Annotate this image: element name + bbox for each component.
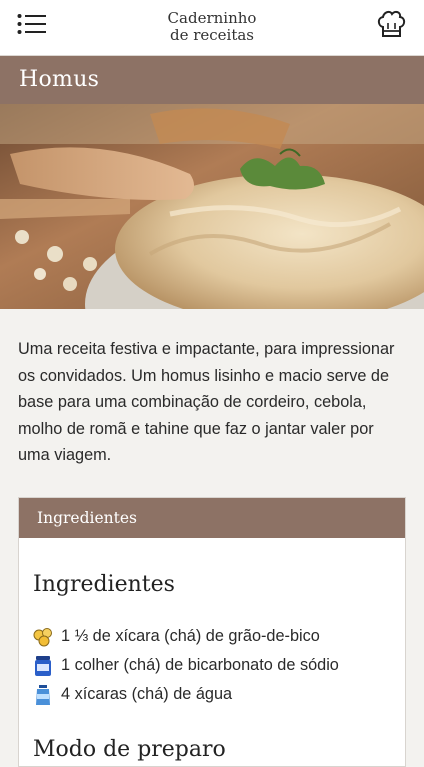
- recipe-intro: Uma receita festiva e impactante, para i…: [18, 340, 395, 464]
- ingredient-item: 4 xícaras (chá) de água: [33, 680, 339, 709]
- recipe-title-bar: Homus: [0, 56, 424, 104]
- recipe-photo: [0, 104, 424, 309]
- ingredients-tab-label: Ingredientes: [37, 509, 138, 527]
- hamburger-list-icon: [17, 14, 46, 34]
- chef-button[interactable]: [376, 9, 406, 39]
- ingredient-item: 1 ⅓ de xícara (chá) de grão-de-bico: [33, 622, 339, 651]
- ingredients-tab[interactable]: Ingredientes: [19, 498, 405, 538]
- ingredient-text: 1 ⅓ de xícara (chá) de grão-de-bico: [61, 627, 320, 645]
- menu-button[interactable]: [17, 13, 47, 35]
- water-bottle-icon: [33, 684, 53, 706]
- recipe-title: Homus: [19, 67, 100, 92]
- app-title-line1: Caderninho: [167, 9, 257, 27]
- chef-hat-icon: [377, 10, 406, 37]
- method-heading: Modo de preparo: [33, 737, 226, 762]
- ingredient-text: 4 xícaras (chá) de água: [61, 685, 233, 703]
- app-title[interactable]: Caderninho de receitas: [130, 10, 294, 44]
- ingredients-card: Ingredientes Ingredientes 1 ⅓ de xícara …: [18, 497, 406, 767]
- ingredients-heading: Ingredientes: [33, 572, 175, 597]
- top-bar: Caderninho de receitas: [0, 0, 424, 56]
- app-title-line2: de receitas: [169, 26, 255, 44]
- ingredient-text: 1 colher (chá) de bicarbonato de sódio: [61, 656, 339, 674]
- ingredients-list: 1 ⅓ de xícara (chá) de grão-de-bico 1 co…: [33, 622, 339, 709]
- ingredient-item: 1 colher (chá) de bicarbonato de sódio: [33, 651, 339, 680]
- baking-soda-jar-icon: [33, 655, 53, 677]
- chickpeas-icon: [33, 626, 53, 648]
